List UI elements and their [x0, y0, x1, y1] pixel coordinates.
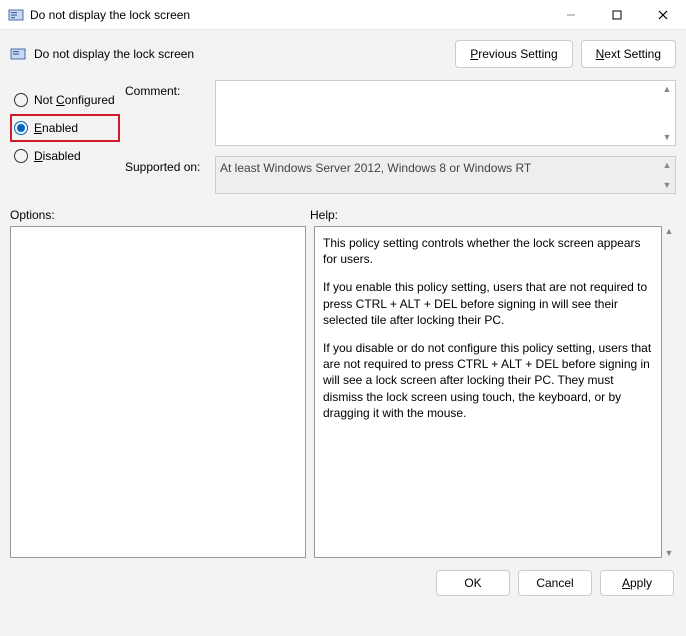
radio-icon [14, 93, 28, 107]
help-paragraph: If you enable this policy setting, users… [323, 279, 653, 328]
previous-setting-button[interactable]: Previous Setting [455, 40, 572, 68]
comment-label: Comment: [125, 80, 215, 98]
next-setting-button[interactable]: Next Setting [581, 40, 676, 68]
policy-title: Do not display the lock screen [34, 47, 194, 61]
maximize-button[interactable] [594, 0, 640, 30]
scroll-down-icon[interactable]: ▼ [661, 179, 673, 191]
help-paragraph: This policy setting controls whether the… [323, 235, 653, 267]
supported-on-label: Supported on: [125, 156, 215, 174]
supported-on-value: At least Windows Server 2012, Windows 8 … [220, 161, 531, 175]
window-title: Do not display the lock screen [30, 8, 190, 22]
radio-label: Enabled [34, 121, 78, 135]
options-pane [10, 226, 306, 558]
apply-button[interactable]: Apply [600, 570, 674, 596]
ok-button[interactable]: OK [436, 570, 510, 596]
comment-textarea[interactable]: ▲ ▼ [215, 80, 676, 146]
radio-icon [14, 121, 28, 135]
options-label: Options: [10, 208, 310, 222]
cancel-button[interactable]: Cancel [518, 570, 592, 596]
close-button[interactable] [640, 0, 686, 30]
policy-icon [10, 46, 26, 62]
policy-header: Do not display the lock screen Previous … [0, 30, 686, 76]
scroll-up-icon[interactable]: ▲ [661, 83, 673, 95]
dialog-footer: OK Cancel Apply [0, 558, 686, 596]
scroll-down-icon[interactable]: ▼ [661, 131, 673, 143]
scroll-down-icon[interactable]: ▼ [665, 548, 674, 558]
radio-label: Not Configured [34, 93, 115, 107]
titlebar: Do not display the lock screen [0, 0, 686, 30]
help-pane: This policy setting controls whether the… [314, 226, 662, 558]
help-scrollbar[interactable]: ▲ ▼ [662, 226, 676, 558]
help-paragraph: If you disable or do not configure this … [323, 340, 653, 421]
radio-disabled[interactable]: Disabled [10, 142, 125, 170]
radio-icon [14, 149, 28, 163]
supported-on-box: At least Windows Server 2012, Windows 8 … [215, 156, 676, 194]
minimize-button[interactable] [548, 0, 594, 30]
radio-not-configured[interactable]: Not Configured [10, 86, 125, 114]
scroll-up-icon[interactable]: ▲ [661, 159, 673, 171]
policy-app-icon [8, 7, 24, 23]
state-radio-group: Not Configured Enabled Disabled [10, 80, 125, 194]
help-label: Help: [310, 208, 676, 222]
radio-label: Disabled [34, 149, 81, 163]
radio-enabled[interactable]: Enabled [10, 114, 120, 142]
scroll-up-icon[interactable]: ▲ [665, 226, 674, 236]
